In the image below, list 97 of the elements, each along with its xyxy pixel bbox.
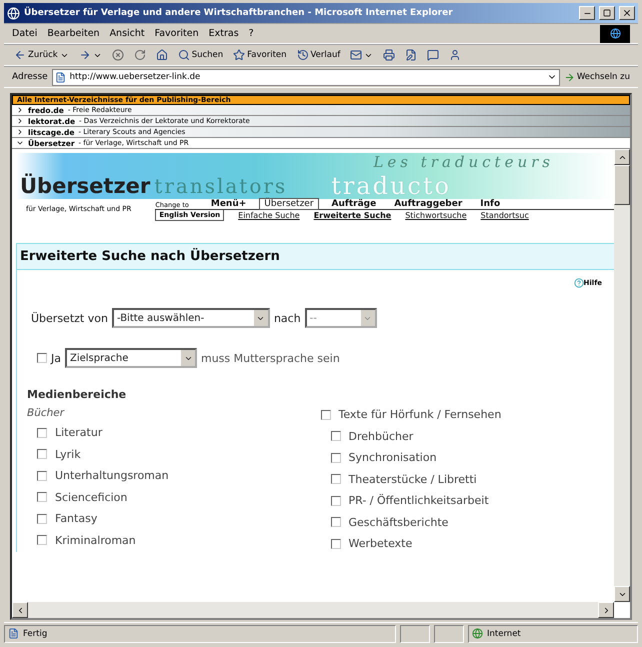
menu-item[interactable]: Extras	[208, 28, 239, 39]
edit-icon	[405, 49, 418, 61]
refresh-icon	[134, 49, 146, 61]
to-label: nach	[274, 312, 301, 324]
window-title: Übersetzer für Verlage und andere Wirtschaftbranchen - Microsoft Internet Explorer	[24, 8, 454, 18]
checkbox[interactable]	[37, 353, 47, 363]
checkbox[interactable]	[330, 517, 340, 528]
nav-tab[interactable]: Menü+	[206, 199, 250, 209]
nav-tab[interactable]: Aufträge	[328, 199, 380, 209]
minimize-button[interactable]	[579, 6, 595, 20]
option-label: Theaterstücke / Libretti	[348, 472, 477, 486]
option-label: Geschäftsberichte	[348, 516, 448, 529]
maximize-button[interactable]	[599, 6, 615, 20]
clock-icon	[296, 49, 309, 61]
status-pane	[400, 624, 430, 642]
checkbox[interactable]	[37, 428, 47, 438]
checkbox[interactable]	[37, 514, 47, 524]
stop-button[interactable]	[110, 49, 126, 61]
page-heading: Erweiterte Suche nach Übersetzern	[17, 243, 614, 270]
yes-label: Ja	[51, 352, 61, 364]
option-label: Literatur	[55, 426, 102, 440]
scroll-thumb[interactable]	[614, 165, 630, 205]
status-text: Fertig	[4, 624, 396, 642]
menu-item[interactable]: Favoriten	[154, 28, 199, 39]
option-label: PR- / Öffentlichkeitsarbeit	[348, 494, 489, 508]
nav-tab[interactable]: Übersetzer	[260, 199, 318, 209]
checkbox[interactable]	[330, 538, 340, 549]
address-label: Adresse	[12, 72, 48, 82]
print-button[interactable]	[381, 49, 398, 61]
checkbox[interactable]	[37, 492, 47, 502]
page-icon	[54, 72, 66, 82]
scroll-right-button[interactable]	[598, 602, 614, 618]
arrow-icon	[564, 72, 575, 82]
checkbox[interactable]	[37, 449, 47, 460]
scroll-down-button[interactable]	[614, 586, 630, 602]
page-icon	[8, 628, 19, 639]
option-label: Scienceficion	[55, 490, 128, 504]
menu-item[interactable]: Datei	[12, 28, 38, 39]
checkbox[interactable]	[330, 452, 340, 463]
native-language-label: muss Muttersprache sein	[201, 352, 340, 364]
nav-tab[interactable]: Auftraggeber	[390, 199, 466, 209]
option-label: Kriminalroman	[55, 534, 136, 547]
forward-arrow-icon	[78, 49, 91, 61]
expanded-icon	[16, 139, 24, 147]
favorites-button[interactable]: Favoriten	[231, 49, 289, 61]
menu-item[interactable]: ?	[248, 28, 254, 39]
person-icon	[449, 49, 462, 61]
category-heading: Bücher	[27, 407, 64, 419]
option-label: Drehbücher	[348, 430, 414, 443]
browser-icon	[7, 6, 20, 20]
discuss-button[interactable]	[425, 49, 442, 61]
mail-icon	[350, 49, 362, 61]
option-label: Texte für Hörfunk / Fernsehen	[338, 408, 502, 422]
option-label: Lyrik	[55, 448, 81, 461]
back-button[interactable]: Zurück	[12, 49, 71, 61]
history-button[interactable]: Verlauf	[294, 49, 342, 61]
back-arrow-icon	[14, 49, 26, 61]
address-field[interactable]: http://www.uebersetzer-link.de	[52, 68, 560, 86]
close-button[interactable]	[619, 6, 635, 20]
home-icon	[156, 49, 168, 61]
option-label: Werbetexte	[348, 537, 412, 550]
target-language-select[interactable]: Zielsprache	[65, 348, 197, 368]
maximize-icon	[603, 9, 611, 17]
checkbox[interactable]	[320, 410, 330, 420]
checkbox[interactable]	[37, 470, 47, 481]
zone-indicator: Internet	[468, 624, 638, 642]
speech-bubble-icon	[427, 49, 440, 61]
globe-icon	[472, 628, 483, 639]
checkbox[interactable]	[37, 535, 47, 546]
checkbox[interactable]	[330, 496, 340, 506]
section-heading: Medienbereiche	[27, 388, 128, 401]
scroll-left-button[interactable]	[12, 602, 28, 618]
target-language-select[interactable]: --	[304, 308, 377, 328]
sub-tab[interactable]: Erweiterte Suche	[314, 211, 392, 220]
scroll-up-button[interactable]	[614, 149, 630, 165]
stop-icon	[112, 49, 124, 61]
source-language-select[interactable]: -Bitte auswählen-	[112, 308, 270, 328]
printer-icon	[383, 49, 396, 61]
checkbox[interactable]	[330, 431, 340, 442]
menu-item[interactable]: Ansicht	[110, 28, 145, 39]
option-label: Unterhaltungsroman	[55, 469, 169, 482]
sub-tab[interactable]: Standortsuc	[480, 211, 529, 220]
status-pane	[434, 624, 464, 642]
from-label: Übersetzt von	[31, 312, 108, 324]
sub-tab[interactable]: Einfache Suche	[238, 211, 300, 220]
close-icon	[622, 8, 632, 18]
nav-tab[interactable]: Info	[476, 199, 504, 209]
go-button[interactable]: Wechseln zu	[564, 72, 630, 82]
checkbox[interactable]	[330, 474, 340, 484]
menu-item[interactable]: Bearbeiten	[47, 28, 100, 39]
search-icon	[178, 49, 190, 61]
search-button[interactable]: Suchen	[176, 49, 226, 61]
option-label: Fantasy	[55, 512, 98, 526]
option-label: Synchronisation	[348, 451, 437, 464]
sub-tab[interactable]: Stichwortsuche	[405, 211, 467, 220]
windows-logo	[600, 24, 630, 42]
star-icon	[233, 49, 246, 61]
